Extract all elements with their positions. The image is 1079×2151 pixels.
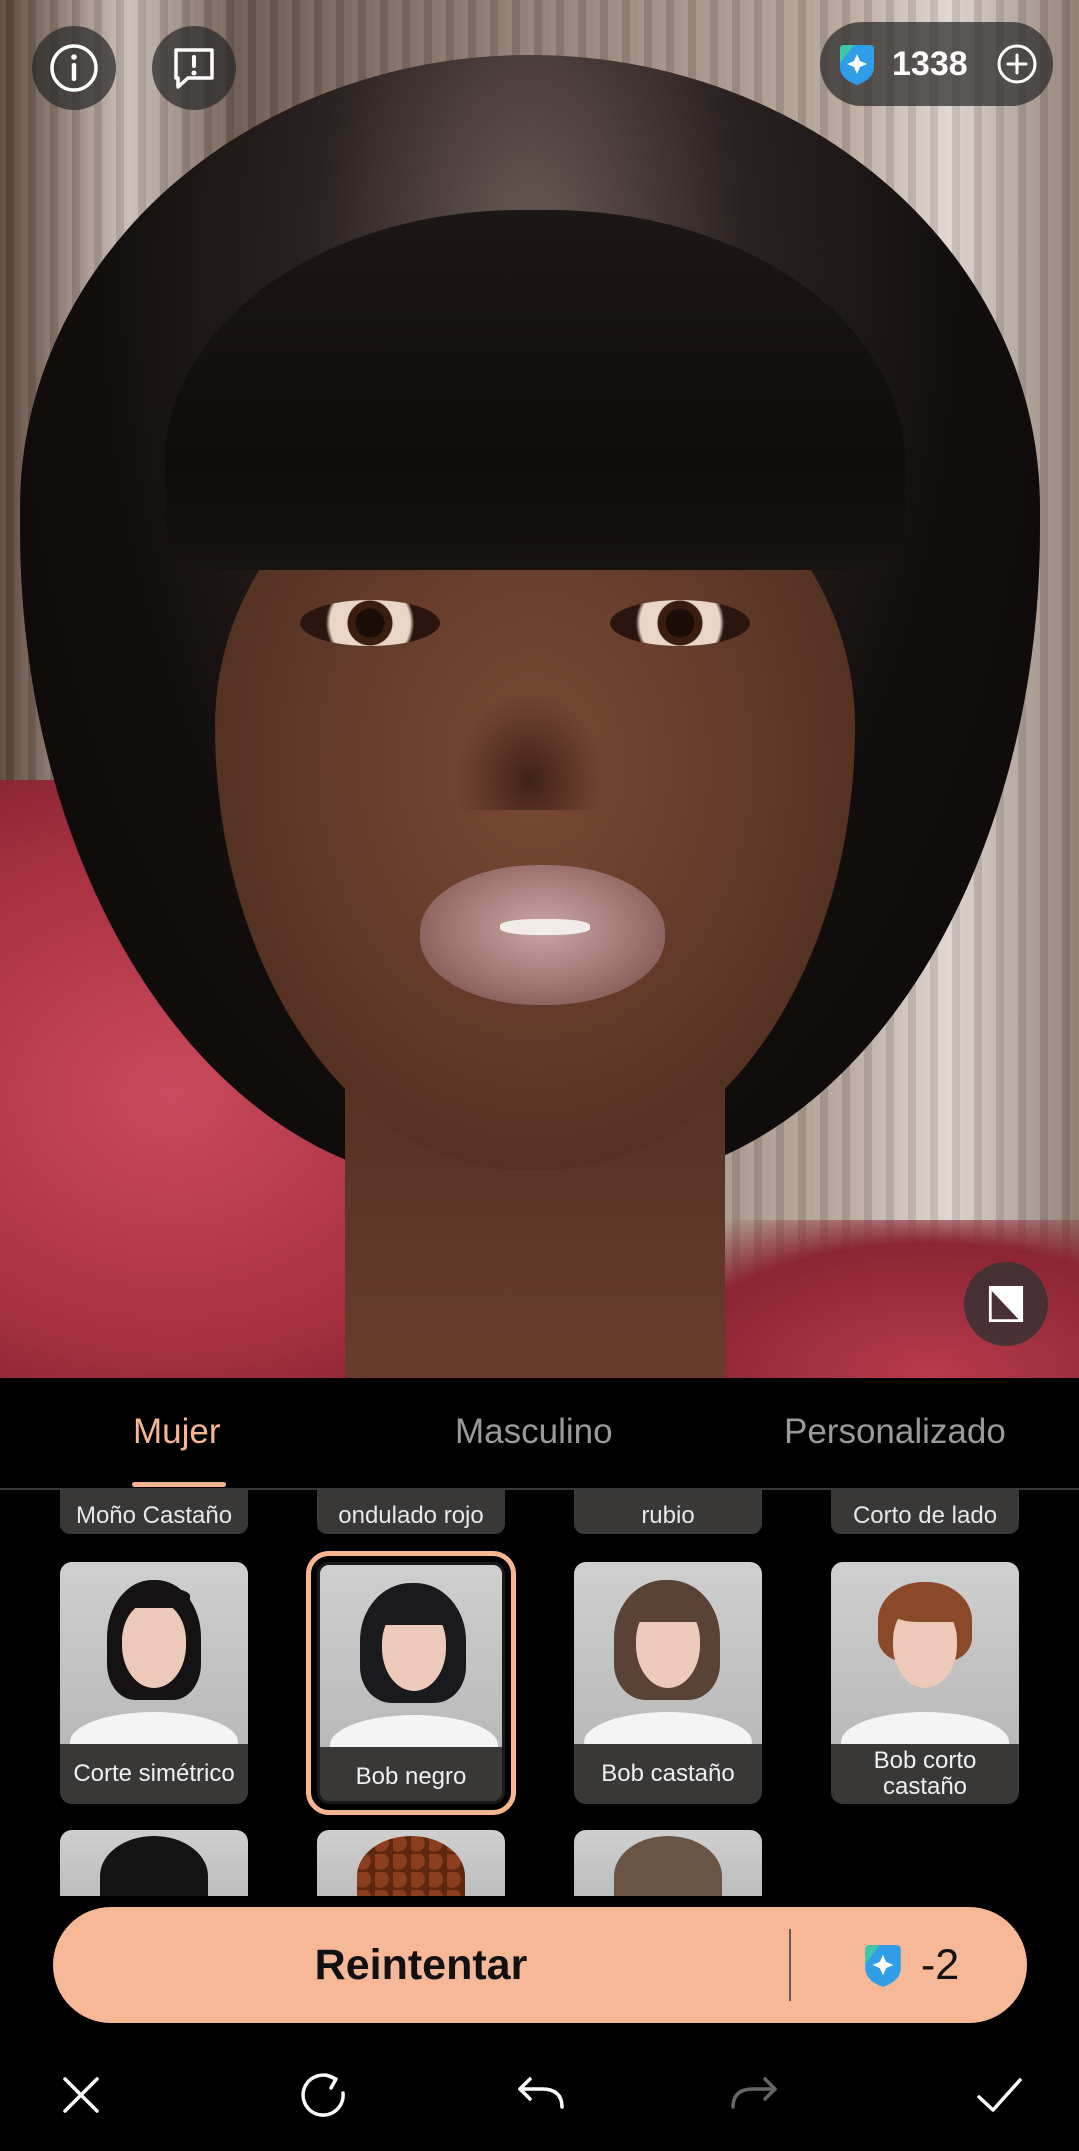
report-button[interactable]: [152, 26, 236, 110]
style-card-corte-simetrico[interactable]: Corte simétrico: [60, 1562, 248, 1804]
retry-button[interactable]: Reintentar -2: [53, 1907, 1027, 2023]
style-card-bob-negro[interactable]: Bob negro: [306, 1551, 516, 1815]
style-card-bob-corto-castano[interactable]: Bob corto castaño: [831, 1562, 1019, 1804]
info-button[interactable]: [32, 26, 116, 110]
undo-icon: [518, 2077, 564, 2109]
style-label[interactable]: ondulado rojo: [317, 1490, 505, 1534]
style-label[interactable]: rubio: [574, 1490, 762, 1534]
credits-badge[interactable]: 1338: [820, 22, 1053, 106]
style-name: Bob negro: [355, 1763, 467, 1790]
category-tabs: Mujer Masculino Personalizado: [0, 1378, 1079, 1490]
tab-personalizado[interactable]: Personalizado: [784, 1412, 1006, 1452]
active-tab-indicator: [132, 1482, 226, 1487]
style-thumbnail: [831, 1562, 1019, 1744]
undo-button[interactable]: [505, 2060, 575, 2130]
compare-button[interactable]: [964, 1262, 1048, 1346]
style-card-partial[interactable]: [317, 1830, 505, 1896]
compare-icon: [988, 1286, 1024, 1322]
style-name: Bob corto castaño: [873, 1747, 977, 1800]
refresh-button[interactable]: [290, 2060, 360, 2130]
style-name: Bob castaño: [601, 1760, 735, 1787]
confirm-button[interactable]: [964, 2060, 1034, 2130]
retry-cost-value: -2: [920, 1940, 960, 1989]
credits-count: 1338: [892, 44, 968, 83]
style-name: Corte simétrico: [73, 1760, 235, 1787]
style-label[interactable]: Moño Castaño: [60, 1490, 248, 1534]
style-thumbnail: [60, 1562, 248, 1744]
tab-mujer[interactable]: Mujer: [133, 1412, 221, 1452]
style-card-partial[interactable]: [60, 1830, 248, 1896]
style-thumbnail: [574, 1562, 762, 1744]
plus-icon[interactable]: [995, 42, 1039, 86]
style-card-partial[interactable]: [574, 1830, 762, 1896]
tab-masculino[interactable]: Masculino: [455, 1412, 613, 1452]
right-eye: [610, 600, 750, 646]
gem-icon: [865, 1945, 901, 1987]
left-eye: [300, 600, 440, 646]
report-icon: [174, 48, 214, 89]
close-icon: [63, 2077, 99, 2113]
style-card-bob-castano[interactable]: Bob castaño: [574, 1562, 762, 1804]
lips: [420, 865, 665, 1005]
info-icon: [50, 44, 98, 92]
style-thumbnail: [320, 1565, 502, 1747]
check-icon: [977, 2078, 1022, 2112]
retry-cost: -2: [791, 1941, 1027, 1990]
redo-button[interactable]: [720, 2060, 790, 2130]
style-label[interactable]: Corto de lado: [831, 1490, 1019, 1534]
nose: [455, 690, 605, 810]
retry-label: Reintentar: [314, 1940, 528, 1989]
redo-icon: [731, 2077, 777, 2109]
close-button[interactable]: [46, 2060, 116, 2130]
refresh-icon: [301, 2073, 345, 2117]
result-photo: [0, 0, 1079, 1378]
gem-icon: [840, 45, 874, 85]
bottom-toolbar: [0, 2040, 1079, 2151]
hairstyle-grid[interactable]: Moño Castaño ondulado rojo rubio Corto d…: [0, 1490, 1079, 1896]
